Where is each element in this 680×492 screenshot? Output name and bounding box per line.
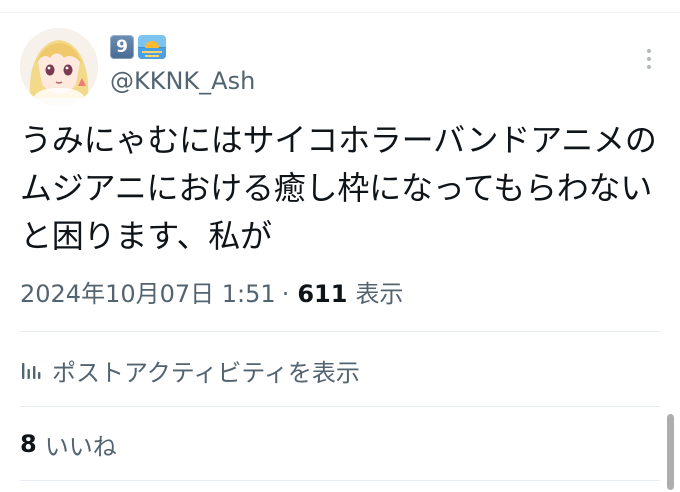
divider — [20, 480, 660, 481]
more-dot — [647, 65, 651, 69]
tweet-text: うみにゃむにはサイコホラーバンドアニメの ムジアニにおける癒し枠になってもらわな… — [20, 121, 657, 255]
keycap-nine-emoji: 9 — [110, 35, 134, 59]
scrollbar-thumb[interactable] — [667, 414, 674, 490]
divider — [20, 331, 660, 332]
divider — [20, 406, 660, 407]
sunrise-emoji-icon — [138, 35, 166, 59]
avatar[interactable] — [20, 28, 98, 106]
views-count: 611 — [297, 280, 348, 308]
user-handle[interactable]: @KKNK_Ash — [110, 66, 255, 96]
view-post-activity-button[interactable]: ポストアクティビティを表示 — [20, 352, 360, 388]
timestamp-link[interactable]: 2024年10月07日 1:51 — [20, 278, 276, 310]
likes-link[interactable]: 8 いいね — [20, 426, 117, 462]
top-divider — [0, 12, 680, 13]
more-dot — [647, 57, 651, 61]
tweet-meta: 2024年10月07日 1:51 · 611 表示 — [20, 278, 403, 310]
likes-count: 8 — [20, 430, 37, 458]
more-vertical-icon — [647, 49, 651, 53]
views-label: 表示 — [355, 280, 404, 308]
more-options-button[interactable] — [640, 46, 658, 72]
analytics-bars-icon — [22, 363, 41, 379]
tweet-header: 9 @KKNK_Ash — [20, 28, 660, 106]
likes-label: いいね — [44, 432, 117, 461]
activity-label: ポストアクティビティを表示 — [52, 358, 360, 387]
meta-separator: · — [281, 280, 290, 308]
avatar-illustration — [20, 28, 98, 106]
display-name-row[interactable]: 9 — [110, 34, 166, 60]
